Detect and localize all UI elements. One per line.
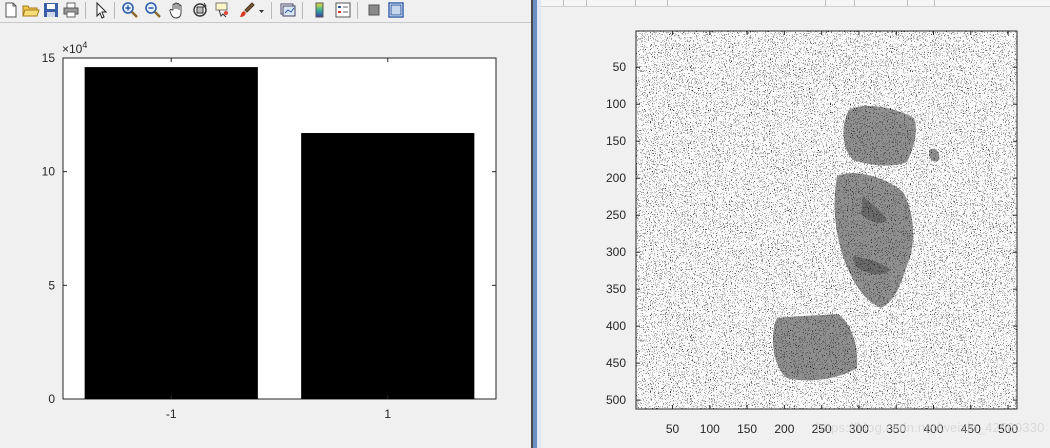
figure-toolbar <box>0 0 531 23</box>
toolbar-separator <box>85 2 86 19</box>
brush-dropdown-icon[interactable] <box>258 1 266 19</box>
select-arrow-icon[interactable] <box>92 1 110 19</box>
hide-plot-tools-icon[interactable] <box>365 1 383 19</box>
y-tick-label: 100 <box>606 97 626 111</box>
rotate-3d-icon[interactable] <box>191 1 209 19</box>
x-tick-label: 200 <box>774 422 794 436</box>
brush-icon[interactable] <box>238 1 256 19</box>
x-tick-label: 150 <box>737 422 757 436</box>
x-tick-label: 1 <box>384 407 391 421</box>
y-tick-label: 0 <box>48 392 55 406</box>
y-tick-label: 450 <box>606 356 626 370</box>
print-icon[interactable] <box>62 1 80 19</box>
new-figure-icon[interactable] <box>2 1 20 19</box>
image-plot: 50 100 150 200 250 300 350 400 450 500 50 100 150 200… <box>606 30 1018 436</box>
toolbar-separator <box>357 2 358 19</box>
y-tick-label: 200 <box>606 171 626 185</box>
y-tick-label: 5 <box>48 278 55 292</box>
open-file-icon[interactable] <box>22 1 40 19</box>
toolbar-separator <box>302 2 303 19</box>
left-figure-window: -1 1 0 5 10 15 ×104 <box>0 0 531 448</box>
link-plot-icon[interactable] <box>279 1 297 19</box>
noise-image <box>636 31 1017 409</box>
data-cursor-icon[interactable] <box>214 1 232 19</box>
watermark-text: https://blog.csdn.net/weixin_42580330 <box>816 420 1045 435</box>
y-tick-label: 400 <box>606 319 626 333</box>
y-tick-label: 150 <box>606 134 626 148</box>
y-tick-label: 500 <box>606 393 626 407</box>
y-tick-label: 350 <box>606 282 626 296</box>
x-tick-label: -1 <box>166 407 177 421</box>
toolbar-separator <box>114 2 115 19</box>
toolbar-separator <box>271 2 272 19</box>
y-tick-label: 10 <box>42 165 56 179</box>
y-tick-label: 15 <box>42 51 56 65</box>
y-tick-label: 50 <box>613 60 627 74</box>
y-tick-label: 250 <box>606 208 626 222</box>
right-figure-window: 50 100 150 200 250 300 350 400 450 500 50 100 150 200… <box>541 0 1050 448</box>
bar-1 <box>301 133 475 399</box>
x-tick-label: 100 <box>700 422 720 436</box>
y-tick-label: 300 <box>606 245 626 259</box>
zoom-in-icon[interactable] <box>121 1 139 19</box>
show-plot-tools-icon[interactable] <box>387 1 405 19</box>
save-icon[interactable] <box>42 1 60 19</box>
bar--1 <box>84 67 258 400</box>
bar-chart: -1 1051015 ×104 <box>0 23 531 448</box>
x-tick-label: 50 <box>666 422 680 436</box>
legend-icon[interactable] <box>334 1 352 19</box>
colorbar-icon[interactable] <box>311 1 329 19</box>
pan-hand-icon[interactable] <box>168 1 186 19</box>
zoom-out-icon[interactable] <box>144 1 162 19</box>
